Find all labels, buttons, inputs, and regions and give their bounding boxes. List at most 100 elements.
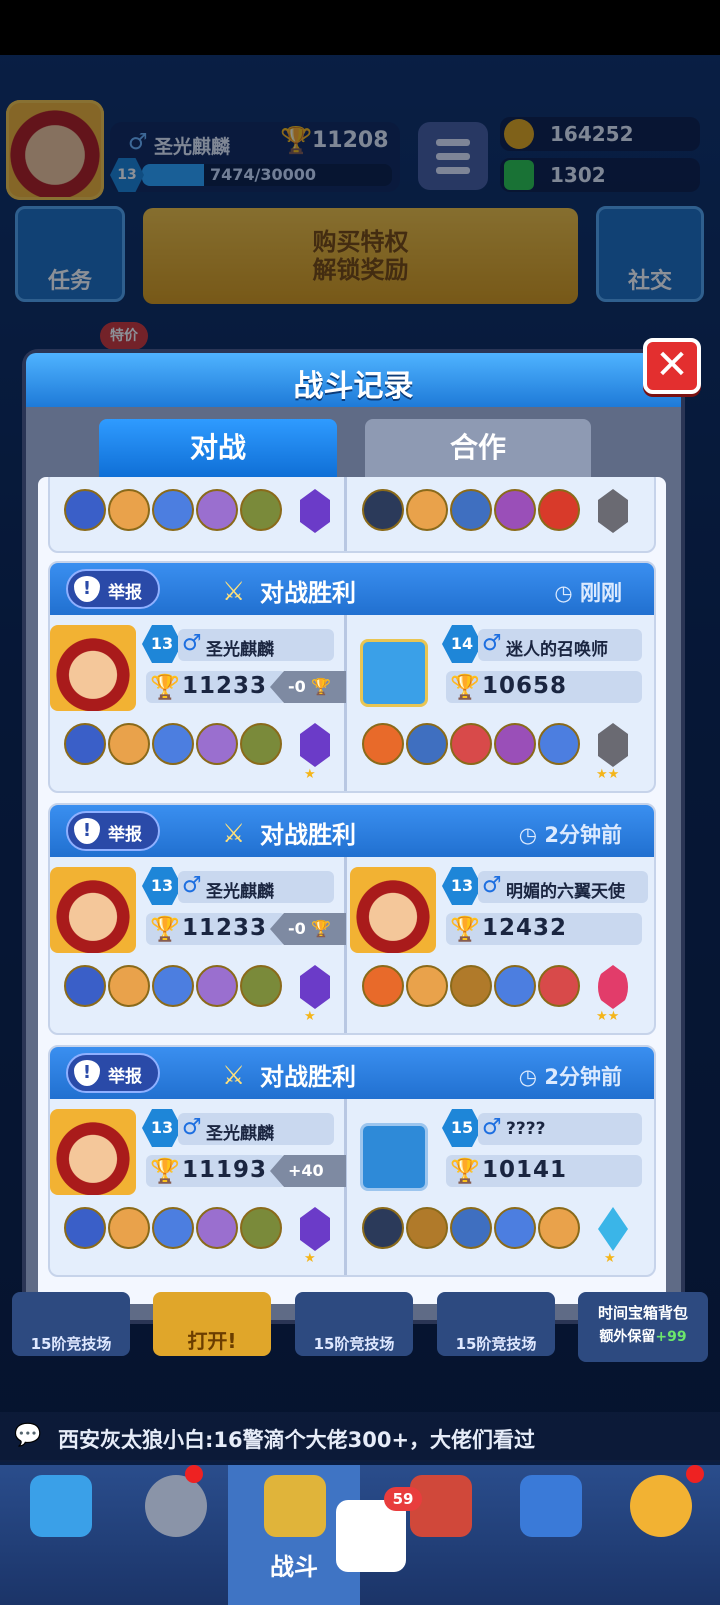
report-button[interactable]: ! 举报 [66,569,160,609]
card-header: ! 举报 ⚔ 对战胜利 ◷ 2分钟前 [50,1047,654,1099]
notification-dot [185,1465,203,1483]
opponent-name: 明媚的六翼天使 [506,882,625,902]
nav-armory[interactable] [115,1465,235,1605]
compass-icon [630,1475,692,1537]
my-level: 13 [142,1109,182,1147]
unit-icon [240,965,282,1007]
trophy-delta-value: +40 [288,1161,324,1180]
card-header: ! 举报 ⚔ 对战胜利 ◷ 刚刚 [50,563,654,615]
battle-time-text: 刚刚 [580,581,622,605]
my-avatar[interactable] [50,867,136,953]
opponent-deck: ★★ [362,723,652,782]
chest-slot[interactable]: 15阶竞技场 [437,1292,555,1356]
status-bar [0,0,720,55]
battle-result: 对战胜利 [260,821,356,849]
time-chest-title: 时间宝箱背包 [597,1304,688,1322]
my-avatar[interactable] [50,625,136,711]
battle-time-text: 2分钟前 [544,1065,622,1089]
time-chest-bonus: +99 [655,1329,687,1345]
report-label: 举报 [108,583,142,603]
trophy-icon: 🏆 [450,1157,480,1185]
chat-icon: 💬 [14,1423,42,1448]
opponent-name: 迷人的召唤师 [506,640,608,660]
opponent-avatar[interactable] [360,639,428,707]
my-trophy-box: 🏆 11233 [146,671,286,703]
rock-card-icon [598,489,628,533]
crossed-swords-icon: ⚔ [222,1061,246,1091]
trophy-delta: -0 🏆 [270,671,346,703]
star-icon: ★ [304,1009,316,1024]
male-icon: ♂ [482,873,502,898]
opponent-avatar[interactable] [360,1123,428,1191]
chat-ticker[interactable]: 💬 西安灰太狼小白:16警滴个大佬300+，大佬们看过 [0,1412,720,1462]
chest-slot-open[interactable]: 打开! [153,1292,271,1356]
opponent-trophies: 10658 [482,673,568,699]
unit-icon [152,489,194,531]
chest-slot[interactable]: 15阶竞技场 [12,1292,130,1356]
unit-icon [196,1207,238,1249]
unit-icon [494,723,536,765]
tab-coop[interactable]: 合作 [365,419,591,477]
gem-card-icon [300,723,330,767]
unit-icon [240,1207,282,1249]
unit-icon [64,965,106,1007]
unit-icon [406,489,448,531]
report-button[interactable]: ! 举报 [66,1053,160,1093]
notification-dot [686,1465,704,1483]
unit-icon [494,965,536,1007]
my-name: 圣光麒麟 [206,1124,274,1144]
time-chest-backpack[interactable]: 时间宝箱背包 额外保留+99 [578,1292,708,1362]
card-divider [344,1099,347,1275]
trophy-delta-value: -0 [288,677,306,696]
unit-icon [538,723,580,765]
card-divider [344,477,347,551]
chest-label: 15阶竞技场 [30,1335,112,1353]
chest-slot[interactable]: 15阶竞技场 [295,1292,413,1356]
battle-result: 对战胜利 [260,579,356,607]
trophy-delta-value: -0 [288,919,306,938]
card-header: ! 举报 ⚔ 对战胜利 ◷ 2分钟前 [50,805,654,857]
report-label: 举报 [108,1067,142,1087]
opponent-name: ???? [506,1119,546,1139]
battle-time-text: 2分钟前 [544,823,622,847]
chest-icon [30,1475,92,1537]
opponent-deck [362,489,652,539]
report-label: 举报 [108,825,142,845]
unit-icon [362,489,404,531]
nav-social[interactable] [490,1465,610,1605]
opponent-name-box: ♂ 明媚的六翼天使 [478,871,648,903]
my-name-box: ♂ 圣光麒麟 [178,1113,334,1145]
my-trophies: 11233 [182,915,268,941]
game-screen: ♂ 圣光麒麟 🏆 11208 13 7474/30000 164252 1302… [0,0,720,1605]
tab-battle[interactable]: 对战 [99,419,337,477]
crossed-swords-icon: ⚔ [222,819,246,849]
opponent-level: 15 [442,1109,482,1147]
opponent-name-box: ♂ 迷人的召唤师 [478,629,642,661]
unit-icon [450,489,492,531]
trophy-icon: 🏆 [450,915,480,943]
unit-icon [108,965,150,1007]
report-button[interactable]: ! 举报 [66,811,160,851]
nav-chest[interactable] [0,1465,120,1605]
rock-card-icon [598,723,628,767]
opponent-avatar[interactable] [350,867,436,953]
battle-time: ◷ 刚刚 [554,581,622,605]
unit-icon [108,723,150,765]
my-trophy-box: 🏆 11233 [146,913,286,945]
unit-icon [196,965,238,1007]
male-icon: ♂ [482,1115,502,1140]
unit-icon [108,1207,150,1249]
time-chest-extra-label: 额外保留 [599,1329,656,1345]
my-deck: ★ [64,1207,344,1266]
battle-record-list[interactable]: ! 举报 ⚔ 对战胜利 ◷ 刚刚 13 ♂ 圣光麒麟 🏆 11233 -0 🏆 ★ 1 [38,477,666,1304]
unit-icon [196,723,238,765]
close-button[interactable]: ✕ [643,338,701,394]
male-icon: ♂ [182,631,202,656]
star-icon: ★ [304,1251,316,1266]
my-avatar[interactable] [50,1109,136,1195]
unit-icon [450,1207,492,1249]
my-deck: ★ [64,723,344,782]
nav-explore[interactable] [600,1465,720,1605]
shield-icon: ! [74,818,100,844]
unit-icon [152,965,194,1007]
